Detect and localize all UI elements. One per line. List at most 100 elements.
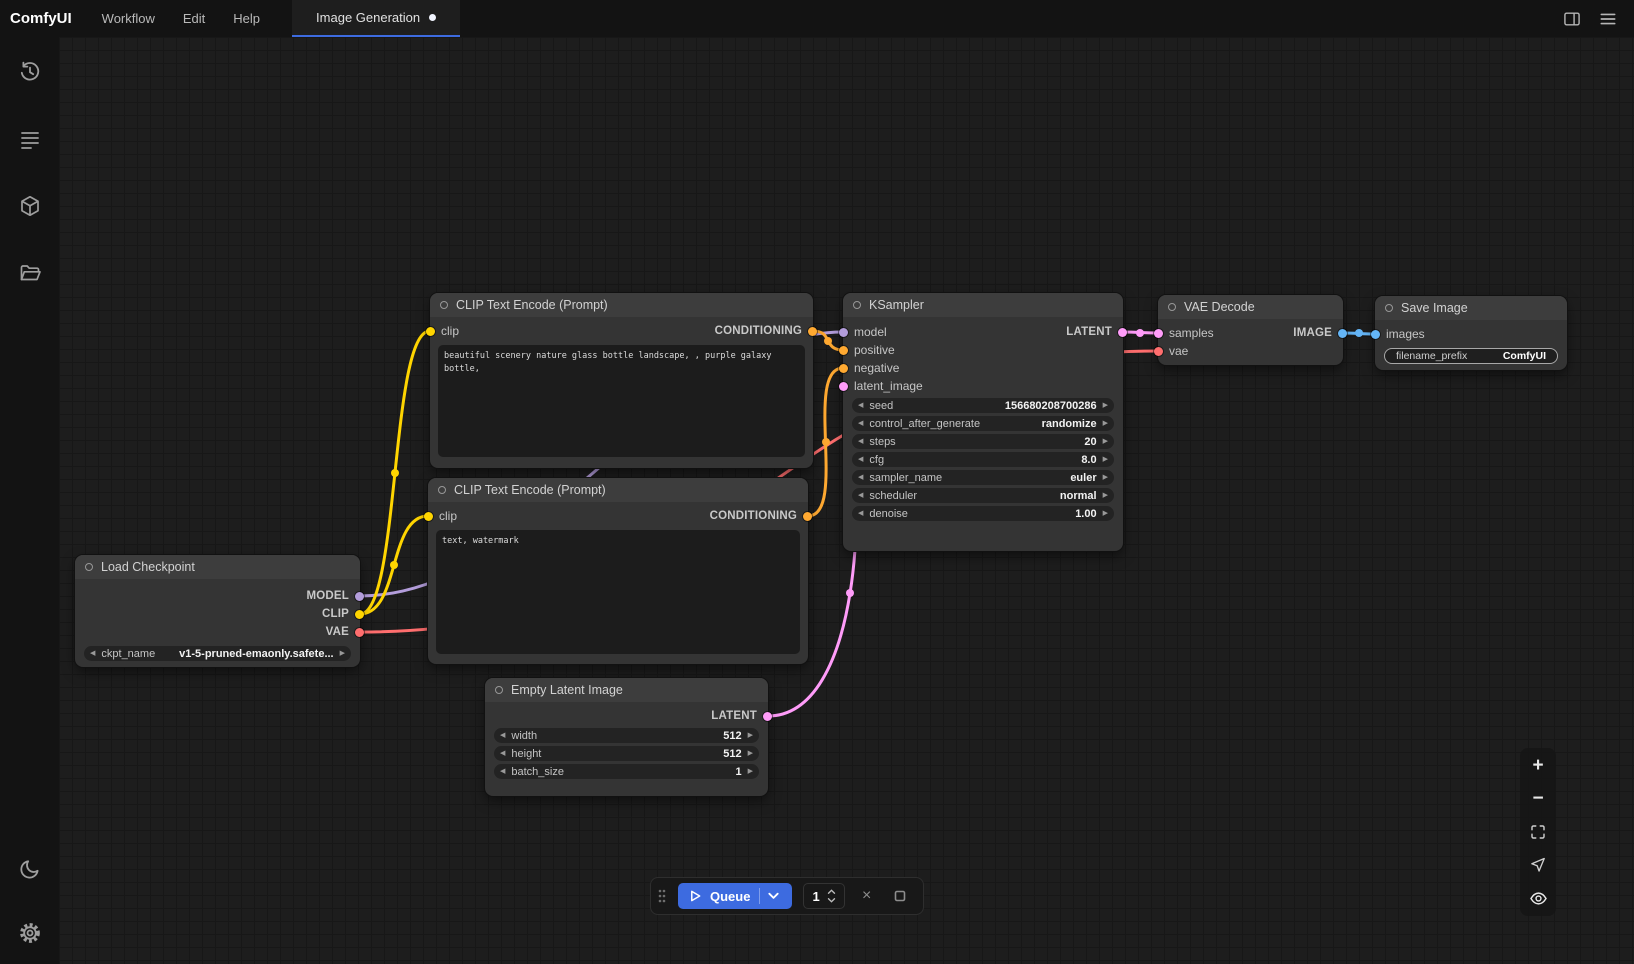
- stepper-down-icon[interactable]: [827, 897, 836, 903]
- collapse-dot-icon[interactable]: [85, 563, 93, 571]
- menu-edit[interactable]: Edit: [169, 0, 219, 37]
- node-empty-latent-image[interactable]: Empty Latent Image LATENT ◀ width 512 ▶ …: [485, 678, 768, 796]
- arrow-left-icon[interactable]: ◀: [500, 732, 505, 739]
- slot-dot-vae[interactable]: [1154, 347, 1163, 356]
- output-slot-latent[interactable]: LATENT: [1066, 326, 1127, 338]
- node-clip-text-encode-positive[interactable]: CLIP Text Encode (Prompt) clip CONDITION…: [430, 293, 813, 468]
- widget-scheduler[interactable]: ◀ scheduler normal ▶: [852, 488, 1114, 503]
- collapse-dot-icon[interactable]: [495, 686, 503, 694]
- queue-list-icon[interactable]: [15, 124, 45, 154]
- slot-dot-conditioning[interactable]: [808, 327, 817, 336]
- model-library-cube-icon[interactable]: [15, 191, 45, 221]
- menu-workflow[interactable]: Workflow: [88, 0, 169, 37]
- slot-dot-clip[interactable]: [426, 327, 435, 336]
- input-slot-vae[interactable]: vae: [1154, 344, 1188, 358]
- collapse-dot-icon[interactable]: [1385, 304, 1393, 312]
- arrow-left-icon[interactable]: ◀: [500, 750, 505, 757]
- slot-dot-image[interactable]: [1371, 330, 1380, 339]
- node-header[interactable]: Save Image: [1375, 296, 1567, 320]
- output-slot-conditioning[interactable]: CONDITIONING: [710, 510, 812, 522]
- stop-icon[interactable]: [889, 885, 911, 907]
- output-slot-model[interactable]: MODEL: [306, 590, 364, 602]
- slot-dot-image[interactable]: [1338, 329, 1347, 338]
- slot-dot-conditioning[interactable]: [839, 364, 848, 373]
- input-slot-latent-image[interactable]: latent_image: [839, 379, 923, 393]
- panel-toggle-icon[interactable]: [1562, 9, 1582, 29]
- theme-moon-icon[interactable]: [15, 854, 45, 884]
- output-slot-latent[interactable]: LATENT: [711, 710, 772, 722]
- node-vae-decode[interactable]: VAE Decode samples IMAGE vae: [1158, 295, 1343, 365]
- arrow-right-icon[interactable]: ▶: [1103, 438, 1108, 445]
- input-slot-images[interactable]: images: [1371, 327, 1425, 341]
- input-slot-model[interactable]: model: [839, 325, 887, 339]
- widget-control-after-generate[interactable]: ◀ control_after_generate randomize ▶: [852, 416, 1114, 431]
- node-header[interactable]: Empty Latent Image: [485, 678, 768, 702]
- output-slot-clip[interactable]: CLIP: [322, 608, 364, 620]
- slot-dot-latent[interactable]: [1154, 329, 1163, 338]
- settings-gear-icon[interactable]: [15, 918, 45, 948]
- slot-dot-latent[interactable]: [839, 382, 848, 391]
- input-slot-clip[interactable]: clip: [424, 509, 457, 523]
- node-load-checkpoint[interactable]: Load Checkpoint MODEL CLIP VAE: [75, 555, 360, 667]
- widget-filename-prefix[interactable]: filename_prefix ComfyUI: [1384, 348, 1558, 364]
- arrow-left-icon[interactable]: ◀: [858, 492, 863, 499]
- arrow-right-icon[interactable]: ▶: [748, 732, 753, 739]
- positive-prompt-input[interactable]: beautiful scenery nature glass bottle la…: [438, 345, 805, 457]
- widget-seed[interactable]: ◀ seed 156680208700286 ▶: [852, 398, 1114, 413]
- node-header[interactable]: CLIP Text Encode (Prompt): [428, 478, 808, 502]
- node-header[interactable]: Load Checkpoint: [75, 555, 360, 579]
- slot-dot-vae[interactable]: [355, 628, 364, 637]
- arrow-right-icon[interactable]: ▶: [340, 650, 345, 657]
- widget-width[interactable]: ◀ width 512 ▶: [494, 728, 759, 743]
- arrow-left-icon[interactable]: ◀: [858, 456, 863, 463]
- node-header[interactable]: KSampler: [843, 293, 1123, 317]
- slot-dot-model[interactable]: [839, 328, 848, 337]
- slot-dot-model[interactable]: [355, 592, 364, 601]
- widget-cfg[interactable]: ◀ cfg 8.0 ▶: [852, 452, 1114, 467]
- widget-steps[interactable]: ◀ steps 20 ▶: [852, 434, 1114, 449]
- node-save-image[interactable]: Save Image images filename_prefix ComfyU…: [1375, 296, 1567, 370]
- arrow-left-icon[interactable]: ◀: [858, 402, 863, 409]
- arrow-left-icon[interactable]: ◀: [500, 768, 505, 775]
- toggle-link-visibility-eye-button[interactable]: [1524, 884, 1552, 912]
- history-icon[interactable]: [15, 57, 45, 87]
- slot-dot-conditioning[interactable]: [803, 512, 812, 521]
- output-slot-conditioning[interactable]: CONDITIONING: [715, 325, 817, 337]
- arrow-left-icon[interactable]: ◀: [858, 510, 863, 517]
- slot-dot-latent[interactable]: [1118, 328, 1127, 337]
- fit-view-button[interactable]: [1524, 818, 1552, 846]
- arrow-left-icon[interactable]: ◀: [858, 474, 863, 481]
- widget-denoise[interactable]: ◀ denoise 1.00 ▶: [852, 506, 1114, 521]
- input-slot-clip[interactable]: clip: [426, 324, 459, 338]
- batch-count-stepper[interactable]: 1: [803, 883, 844, 909]
- hamburger-menu-icon[interactable]: [1598, 9, 1618, 29]
- cancel-run-icon[interactable]: ×: [856, 885, 878, 907]
- collapse-dot-icon[interactable]: [853, 301, 861, 309]
- widget-ckpt-name[interactable]: ◀ ckpt_name v1-5-pruned-emaonly.safete..…: [84, 646, 351, 661]
- arrow-left-icon[interactable]: ◀: [90, 650, 95, 657]
- arrow-right-icon[interactable]: ▶: [1103, 474, 1108, 481]
- input-slot-samples[interactable]: samples: [1154, 326, 1214, 340]
- graph-canvas[interactable]: Load Checkpoint MODEL CLIP VAE: [59, 37, 1634, 964]
- arrow-right-icon[interactable]: ▶: [1103, 510, 1108, 517]
- slot-dot-clip[interactable]: [424, 512, 433, 521]
- widget-height[interactable]: ◀ height 512 ▶: [494, 746, 759, 761]
- collapse-dot-icon[interactable]: [440, 301, 448, 309]
- slot-dot-clip[interactable]: [355, 610, 364, 619]
- arrow-left-icon[interactable]: ◀: [858, 438, 863, 445]
- zoom-in-button[interactable]: +: [1524, 752, 1552, 780]
- workflows-folder-icon[interactable]: [15, 258, 45, 288]
- tab-image-generation[interactable]: Image Generation: [292, 0, 460, 37]
- node-header[interactable]: CLIP Text Encode (Prompt): [430, 293, 813, 317]
- arrow-left-icon[interactable]: ◀: [858, 420, 863, 427]
- arrow-right-icon[interactable]: ▶: [1103, 456, 1108, 463]
- arrow-right-icon[interactable]: ▶: [1103, 402, 1108, 409]
- output-slot-image[interactable]: IMAGE: [1293, 327, 1347, 339]
- slot-dot-conditioning[interactable]: [839, 346, 848, 355]
- queue-button[interactable]: Queue: [678, 883, 792, 909]
- arrow-right-icon[interactable]: ▶: [1103, 492, 1108, 499]
- queue-options-chevron-icon[interactable]: [759, 888, 787, 904]
- widget-batch-size[interactable]: ◀ batch_size 1 ▶: [494, 764, 759, 779]
- node-header[interactable]: VAE Decode: [1158, 295, 1343, 319]
- input-slot-positive[interactable]: positive: [839, 343, 895, 357]
